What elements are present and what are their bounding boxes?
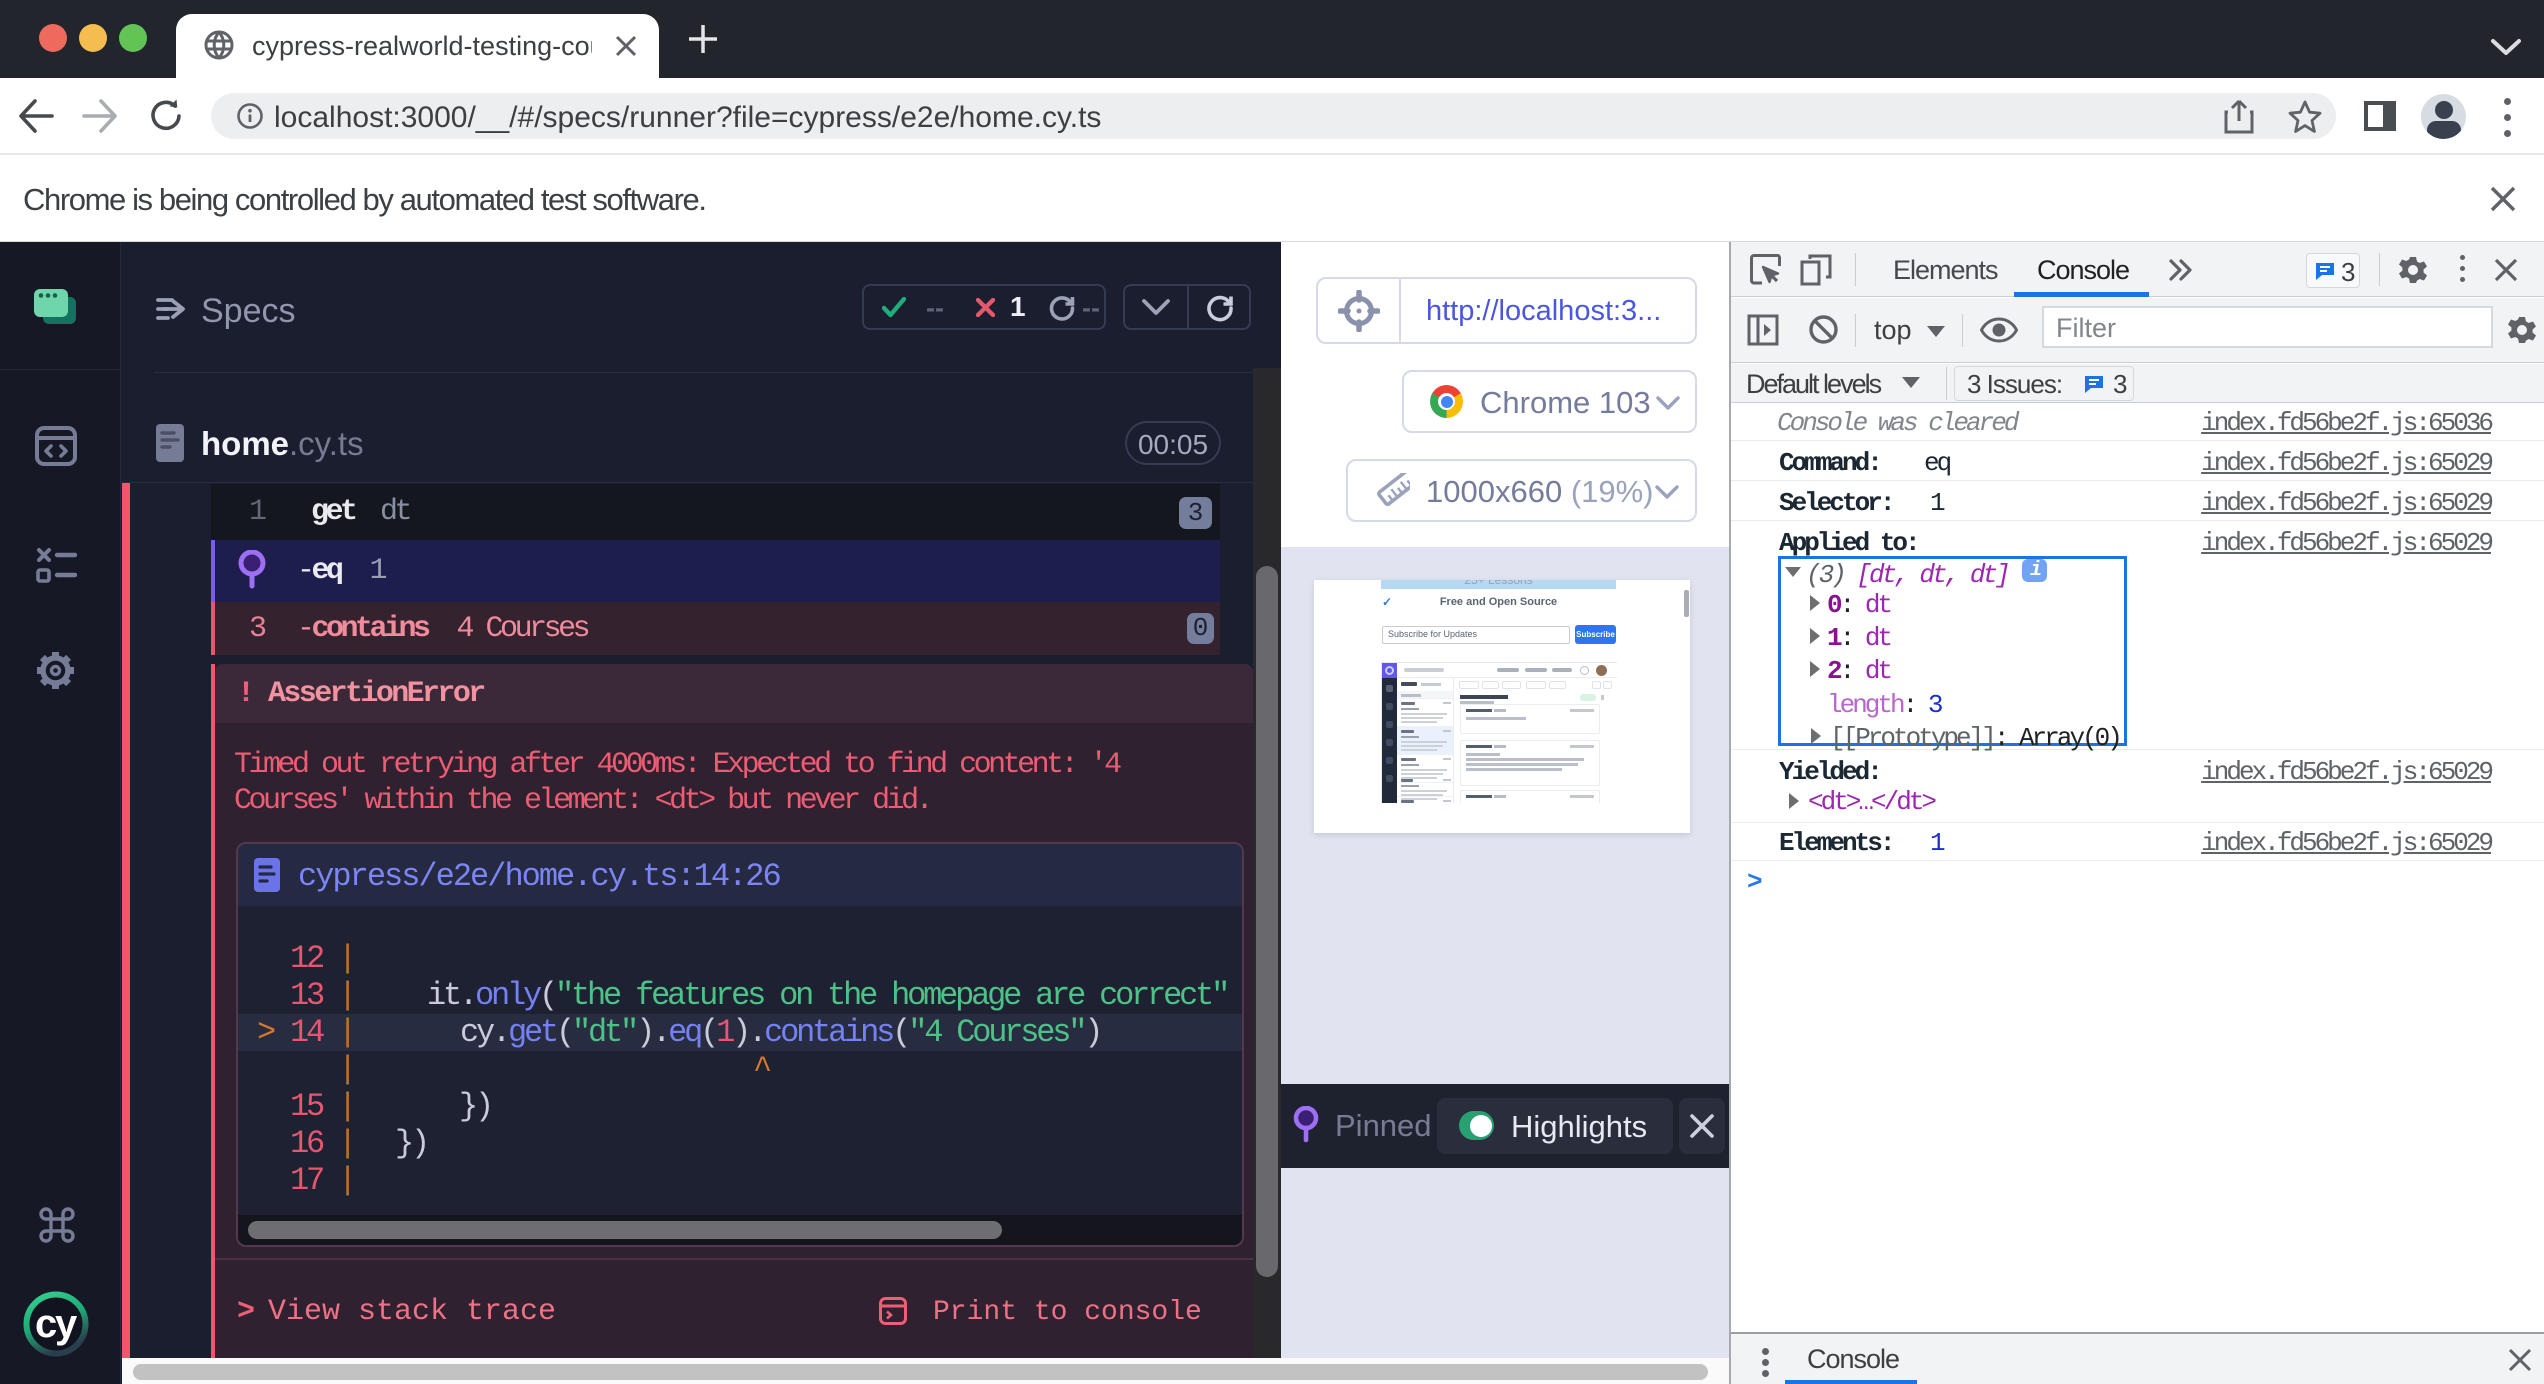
- svg-text:y: y: [55, 1302, 78, 1346]
- svg-text:c: c: [35, 1302, 57, 1346]
